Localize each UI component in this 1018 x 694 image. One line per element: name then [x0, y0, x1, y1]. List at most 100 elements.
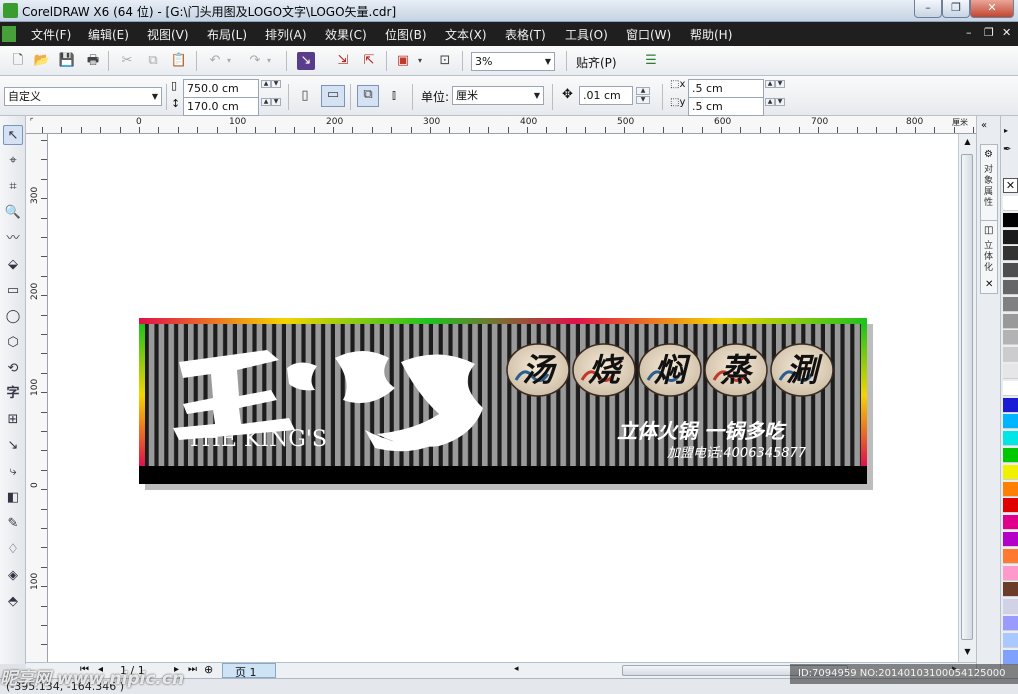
page-width-down-icon[interactable]: ▼	[271, 80, 281, 88]
redo-icon[interactable]: ↷	[246, 52, 264, 70]
color-swatch[interactable]	[1003, 347, 1018, 363]
pick-tool-icon[interactable]: ↖	[3, 125, 23, 145]
horizontal-ruler[interactable]: ⌜ 0 100 200 300 400 500 600 700 800 厘米	[26, 116, 976, 134]
page-height-up-icon[interactable]: ▲	[261, 98, 271, 106]
redo-dropdown-icon[interactable]: ▾	[264, 52, 274, 70]
freehand-tool-icon[interactable]: 〰	[3, 229, 23, 249]
color-swatch[interactable]	[1003, 448, 1018, 463]
zoom-level-combo[interactable]: 3% ▼	[471, 52, 555, 71]
copy-icon[interactable]: ⧉	[144, 52, 162, 70]
color-swatch[interactable]	[1003, 380, 1018, 396]
dimension-tool-icon[interactable]: ↘	[3, 436, 23, 456]
menu-effects[interactable]: 效果(C)	[325, 26, 367, 43]
menu-table[interactable]: 表格(T)	[505, 26, 546, 43]
snap-to-menu[interactable]: 贴齐(P)	[576, 54, 617, 71]
shape-tool-icon[interactable]: ⌖	[3, 151, 23, 171]
collapse-docker-icon[interactable]: «	[981, 120, 987, 131]
page-preset-select[interactable]: 自定义 ▼	[4, 87, 162, 106]
export-icon[interactable]: ⇱	[360, 52, 378, 70]
color-swatch[interactable]	[1003, 296, 1018, 312]
crop-tool-icon[interactable]: ⌗	[3, 177, 23, 197]
menu-file[interactable]: 文件(F)	[31, 26, 71, 43]
menu-layout[interactable]: 布局(L)	[207, 26, 247, 43]
new-document-icon[interactable]: 🗋	[9, 52, 27, 70]
color-swatch[interactable]	[1003, 229, 1018, 245]
page-width-up-icon[interactable]: ▲	[261, 80, 271, 88]
rectangle-tool-icon[interactable]: ▭	[3, 281, 23, 301]
search-content-icon[interactable]: ↘	[297, 52, 315, 70]
color-swatch[interactable]	[1003, 397, 1018, 413]
scroll-down-icon[interactable]: ▼	[959, 644, 976, 660]
color-swatch[interactable]	[1003, 498, 1018, 514]
polygon-tool-icon[interactable]: ⬡	[3, 333, 23, 353]
nudge-down-icon[interactable]: ▼	[636, 96, 650, 104]
restore-button[interactable]: ❐	[942, 0, 970, 18]
current-page-icon[interactable]: ⫾	[385, 87, 403, 105]
page-height-input[interactable]: 170.0 cm	[183, 97, 259, 116]
text-tool-icon[interactable]: 字	[3, 384, 23, 404]
color-swatch[interactable]	[1003, 280, 1018, 295]
docker-tab-extrude[interactable]: ◫ 立体化 ✕	[980, 220, 998, 294]
color-swatch[interactable]	[1003, 414, 1018, 430]
interactive-fill-icon[interactable]: ⬘	[3, 592, 23, 612]
duplicate-x-up-icon[interactable]: ▲	[765, 80, 775, 88]
undo-dropdown-icon[interactable]: ▾	[224, 52, 234, 70]
color-swatch[interactable]	[1003, 364, 1018, 379]
menu-text[interactable]: 文本(X)	[445, 26, 487, 43]
menu-view[interactable]: 视图(V)	[147, 26, 189, 43]
color-swatch[interactable]	[1003, 246, 1018, 262]
duplicate-y-up-icon[interactable]: ▲	[765, 98, 775, 106]
print-icon[interactable]: 🖶	[84, 52, 102, 70]
scroll-up-icon[interactable]: ▲	[959, 134, 976, 150]
duplicate-y-down-icon[interactable]: ▼	[775, 98, 785, 106]
color-swatch[interactable]	[1003, 196, 1018, 211]
menu-window[interactable]: 窗口(W)	[626, 26, 671, 43]
welcome-screen-icon[interactable]: ⊡	[436, 52, 454, 70]
doc-minimize-button[interactable]: –	[966, 26, 972, 39]
import-icon[interactable]: ⇲	[334, 52, 352, 70]
page-width-input[interactable]: 750.0 cm	[183, 79, 259, 98]
color-swatch[interactable]	[1003, 330, 1018, 346]
nudge-distance-input[interactable]: .01 cm	[579, 86, 633, 105]
color-swatch[interactable]	[1003, 548, 1018, 564]
paste-icon[interactable]: 📋	[170, 52, 188, 70]
menu-help[interactable]: 帮助(H)	[690, 26, 732, 43]
doc-restore-button[interactable]: ❐	[984, 26, 994, 39]
outline-pen-icon[interactable]: ♢	[3, 540, 23, 560]
page-height-down-icon[interactable]: ▼	[271, 98, 281, 106]
last-page-icon[interactable]: ⏭	[188, 664, 197, 675]
vertical-scrollbar[interactable]: ▲ ▼	[958, 134, 976, 662]
menu-bitmaps[interactable]: 位图(B)	[385, 26, 427, 43]
page-tab[interactable]: 页 1	[222, 663, 276, 679]
scroll-left-icon[interactable]: ◂	[514, 664, 519, 674]
palette-scroll-up-icon[interactable]: ▸	[1004, 126, 1008, 135]
color-swatch[interactable]	[1003, 464, 1018, 480]
color-swatch[interactable]	[1003, 532, 1018, 547]
close-docker-icon[interactable]: ✕	[985, 279, 993, 290]
units-select[interactable]: 厘米 ▼	[452, 86, 544, 105]
duplicate-x-input[interactable]: .5 cm	[688, 79, 764, 98]
docker-tab-object-properties[interactable]: ⚙ 对象属性	[980, 144, 998, 232]
color-swatch[interactable]	[1003, 431, 1018, 447]
landscape-icon[interactable]: ▭	[321, 85, 345, 107]
portrait-icon[interactable]: ▯	[296, 87, 314, 105]
color-swatch[interactable]	[1003, 649, 1018, 665]
color-swatch[interactable]	[1003, 515, 1018, 531]
menu-arrange[interactable]: 排列(A)	[265, 26, 307, 43]
nudge-up-icon[interactable]: ▲	[636, 87, 650, 95]
add-page-icon[interactable]: ⊕	[204, 663, 213, 676]
smart-fill-tool-icon[interactable]: ⬙	[3, 255, 23, 275]
launcher-dropdown-icon[interactable]: ▾	[415, 52, 425, 70]
doc-close-button[interactable]: ✕	[1002, 26, 1011, 39]
all-pages-icon[interactable]: ⧉	[357, 85, 379, 107]
color-swatch[interactable]	[1003, 212, 1018, 228]
open-folder-icon[interactable]: 📂	[33, 52, 51, 70]
color-swatch[interactable]	[1003, 616, 1018, 631]
eyedropper-tool-icon[interactable]: ✎	[3, 514, 23, 534]
duplicate-x-down-icon[interactable]: ▼	[775, 80, 785, 88]
save-icon[interactable]: 💾	[58, 52, 76, 70]
vertical-ruler[interactable]: 300 200 100 0 100	[26, 134, 48, 662]
menu-edit[interactable]: 编辑(E)	[88, 26, 129, 43]
blend-tool-icon[interactable]: ◧	[3, 488, 23, 508]
menu-tools[interactable]: 工具(O)	[565, 26, 608, 43]
